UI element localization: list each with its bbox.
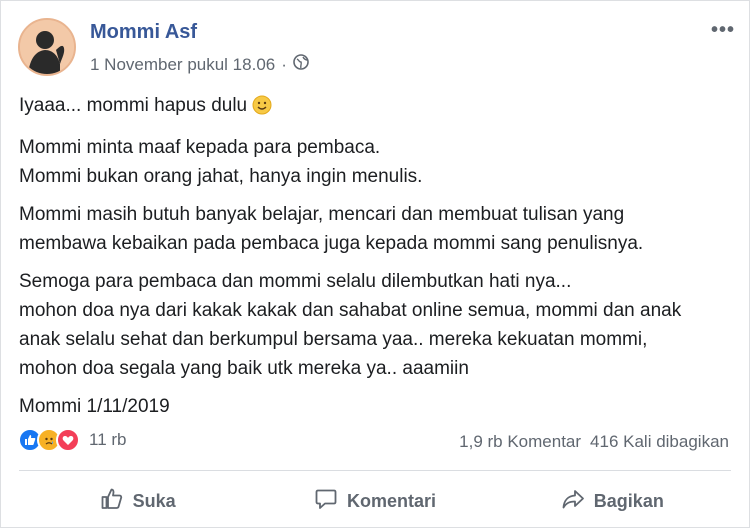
thumbs-up-icon <box>100 487 124 516</box>
like-label: Suka <box>132 490 176 511</box>
post-paragraph-1: Iyaaa... mommi hapus dulu <box>19 91 734 124</box>
author-name[interactable]: Mommi Asf <box>90 21 197 44</box>
like-button[interactable]: Suka <box>19 487 256 516</box>
silhouette-icon <box>20 20 74 74</box>
reaction-summary[interactable]: 11 rb <box>18 428 127 452</box>
actions-divider <box>19 470 731 471</box>
share-count[interactable]: 416 Kali dibagikan <box>590 432 729 452</box>
more-options-icon[interactable]: ••• <box>711 19 735 42</box>
share-icon <box>561 487 585 516</box>
globe-icon[interactable] <box>293 54 309 75</box>
comment-button[interactable]: Komentari <box>256 487 493 516</box>
post-timestamp[interactable]: 1 November pukul 18.06 <box>90 55 275 75</box>
post-body: Iyaaa... mommi hapus dulu Mommi minta ma… <box>19 91 734 430</box>
share-button[interactable]: Bagikan <box>494 487 731 516</box>
post-paragraph-4: Semoga para pembaca dan mommi selalu dil… <box>19 271 682 379</box>
smile-emoji-icon <box>252 95 272 124</box>
post-paragraph-3: Mommi masih butuh banyak belajar, mencar… <box>19 204 644 254</box>
comment-icon <box>314 487 338 516</box>
avatar[interactable] <box>18 18 76 76</box>
post-paragraph-5: Mommi 1/11/2019 <box>19 396 170 417</box>
post-card: Mommi Asf 1 November pukul 18.06 · ••• I… <box>0 0 750 528</box>
meta-separator: · <box>281 54 287 74</box>
comment-count[interactable]: 1,9 rb Komentar <box>459 432 581 452</box>
post-actions: Suka Komentari Bagikan <box>19 479 731 523</box>
post-paragraph-2: Mommi minta maaf kepada para pembaca. Mo… <box>19 137 423 187</box>
engagement-stats: 1,9 rb Komentar 416 Kali dibagikan <box>459 432 729 452</box>
comment-label: Komentari <box>346 490 436 511</box>
reaction-count[interactable]: 11 rb <box>89 430 127 450</box>
love-reaction-icon <box>56 428 80 452</box>
share-label: Bagikan <box>593 490 664 511</box>
post-meta: 1 November pukul 18.06 · <box>90 54 309 75</box>
